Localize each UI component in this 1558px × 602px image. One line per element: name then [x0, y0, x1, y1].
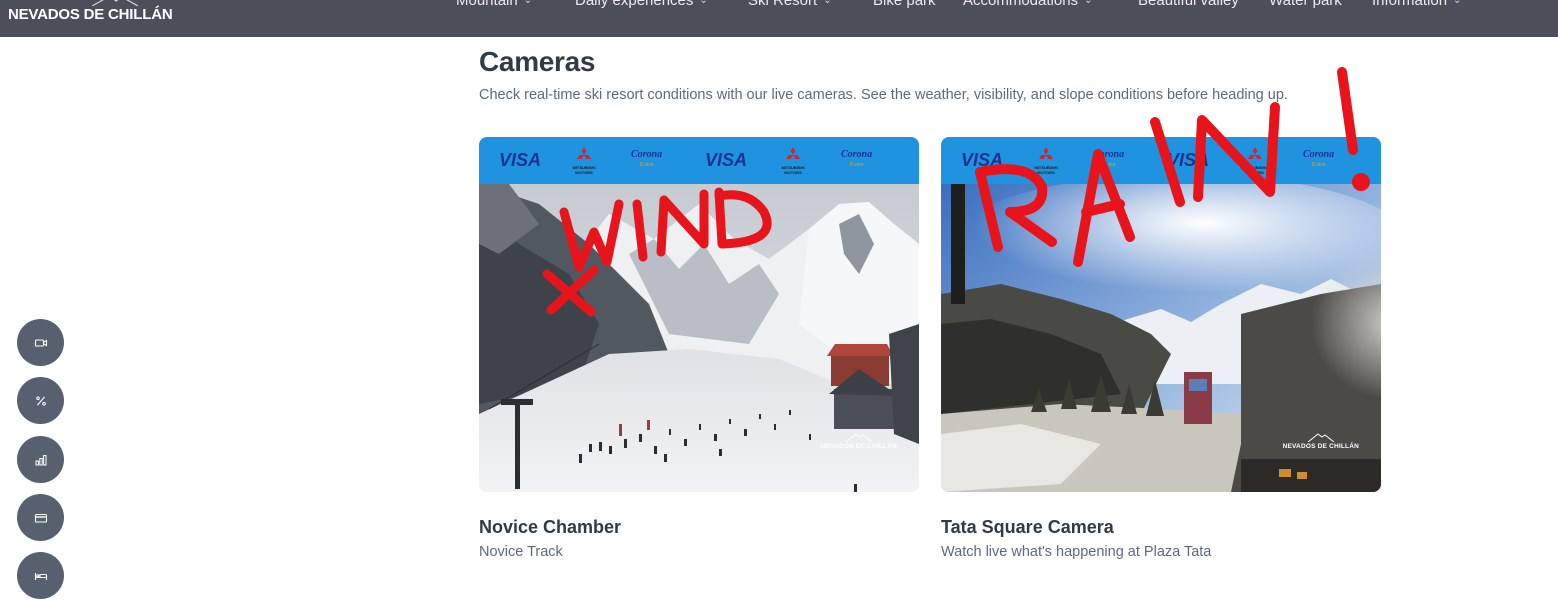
nav-item-label: Accommodations	[963, 0, 1079, 9]
chevron-down-icon: ⌄	[699, 0, 708, 6]
bed-icon	[34, 572, 47, 580]
camera-feed-novice-chamber[interactable]: VISA MITSUBISHI MOTORS Corona Extra VISA…	[479, 137, 919, 492]
resort-watermark: NEVADOS DE CHILLÁN	[821, 432, 897, 450]
nav-item-label: Beautiful valley	[1138, 0, 1239, 9]
nav-item-label: Daily experiences	[575, 0, 694, 9]
nav-item-ski-resort[interactable]: Ski Resort ⌄	[748, 0, 832, 9]
resort-watermark: NEVADOS DE CHILLÁN	[1283, 432, 1359, 450]
camera-card: VISA MITSUBISHI MOTORS Corona Extra VISA…	[479, 137, 919, 560]
percent-icon	[35, 396, 46, 406]
nav-item-label: Water park	[1269, 0, 1342, 9]
mitsubishi-logo: MITSUBISHI MOTORS	[781, 147, 805, 175]
credit-card-icon	[34, 513, 47, 523]
corona-logo: Corona Extra	[631, 149, 663, 168]
corona-logo: Corona Extra	[841, 149, 873, 168]
chevron-down-icon: ⌄	[823, 0, 832, 6]
mitsubishi-logo: MITSUBISHI MOTORS	[572, 147, 596, 175]
nav-item-label: Ski Resort	[748, 0, 818, 9]
tickets-shortcut-button[interactable]	[17, 494, 64, 541]
camera-name[interactable]: Novice Chamber	[479, 517, 621, 538]
chevron-down-icon: ⌄	[523, 0, 533, 6]
chevron-down-icon: ⌄	[1453, 0, 1462, 6]
camera-description: Watch live what's happening at Plaza Tat…	[941, 544, 1212, 560]
handwritten-wind-annotation	[542, 187, 772, 317]
nav-item-beautiful-valley[interactable]: Beautiful valley	[1138, 0, 1239, 9]
logo-mountain-icon	[1307, 433, 1334, 442]
logo-mountain-icon	[845, 433, 872, 442]
lodging-shortcut-button[interactable]	[17, 552, 64, 599]
camera-description: Novice Track	[479, 544, 563, 560]
main-menu: Mountain ⌄ Daily experiences ⌄ Ski Resor…	[0, 0, 1558, 9]
visa-logo: VISA	[705, 150, 748, 170]
nav-item-label: Mountain	[456, 0, 518, 9]
nav-item-label: Bike park	[873, 0, 936, 9]
slope-status-shortcut-button[interactable]	[17, 436, 64, 483]
nav-item-label: Information	[1372, 0, 1448, 9]
nav-item-daily-experiences[interactable]: Daily experiences ⌄	[575, 0, 708, 9]
nav-item-mountain[interactable]: Mountain ⌄	[456, 0, 532, 9]
nav-item-accommodations[interactable]: Accommodations ⌄	[963, 0, 1092, 9]
bar-chart-icon	[35, 454, 47, 465]
visa-logo: VISA	[499, 150, 542, 170]
handwritten-rain-annotation	[975, 67, 1370, 267]
nav-item-water-park[interactable]: Water park	[1269, 0, 1342, 9]
chevron-down-icon: ⌄	[1084, 0, 1093, 6]
sponsor-banner: VISA MITSUBISHI MOTORS Corona Extra VISA…	[479, 137, 919, 184]
site-logo[interactable]: NEVADOS DE CHILLÁN	[8, 6, 173, 23]
nav-item-information[interactable]: Information ⌄	[1372, 0, 1461, 9]
video-camera-icon	[34, 338, 47, 347]
camera-name[interactable]: Tata Square Camera	[941, 517, 1114, 538]
offers-shortcut-button[interactable]	[17, 377, 64, 424]
webcams-shortcut-button[interactable]	[17, 319, 64, 366]
nav-item-bike-park[interactable]: Bike park	[873, 0, 936, 9]
top-navigation-bar: NEVADOS DE CHILLÁN Mountain ⌄ Daily expe…	[0, 0, 1558, 37]
page-title: Cameras	[479, 46, 596, 77]
